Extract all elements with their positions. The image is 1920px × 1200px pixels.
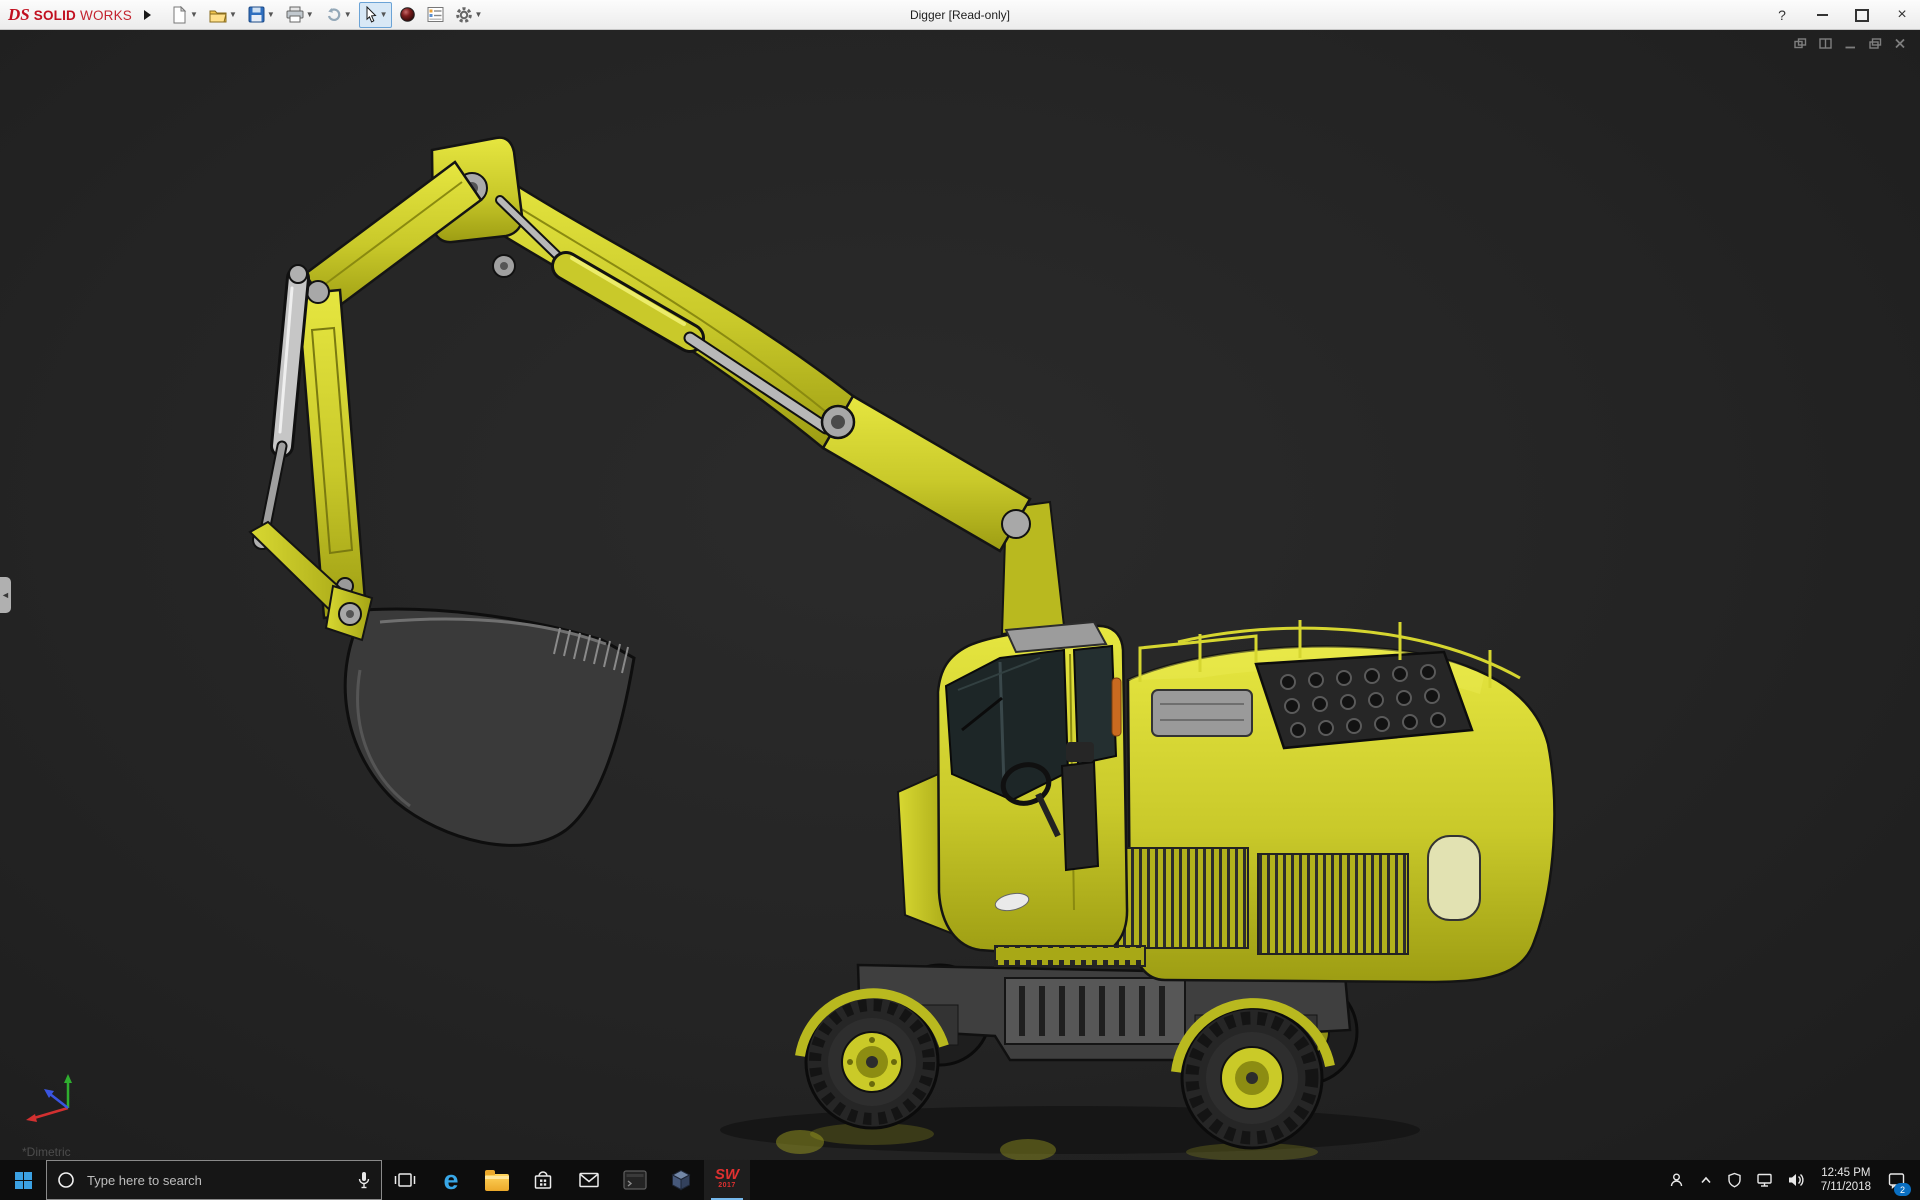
taskbar-apps: e SW 2017 xyxy=(382,1160,750,1200)
digger-3d-model[interactable] xyxy=(0,30,1920,1160)
bucket[interactable] xyxy=(324,584,636,847)
save-icon xyxy=(248,6,265,23)
properties-button[interactable] xyxy=(423,2,448,28)
operator-cab[interactable] xyxy=(936,620,1146,967)
solidworks-window: DS SOLID WORKS ▼ ▼ ▼ ▼ ▼ ▼ ▼ Digger [Rea… xyxy=(0,0,1920,1200)
select-cursor-icon xyxy=(366,5,377,23)
new-document-icon xyxy=(173,5,187,23)
edge-icon: e xyxy=(443,1164,459,1195)
taskbar: e xyxy=(0,1160,1920,1200)
print-icon xyxy=(286,6,304,23)
console-app-button[interactable] xyxy=(612,1160,658,1200)
volume-tray-button[interactable] xyxy=(1780,1160,1812,1200)
hidden-icons-button[interactable] xyxy=(1692,1160,1720,1200)
window-controls: ? × xyxy=(1774,0,1910,30)
graphics-viewport[interactable]: ◄ *Dimetric xyxy=(0,30,1920,1160)
solidworks-logo: DS SOLID WORKS xyxy=(8,5,132,25)
cad-cube-app-button[interactable] xyxy=(658,1160,704,1200)
maximize-button[interactable] xyxy=(1854,7,1870,23)
system-tray: 12:45 PM 7/11/2018 2 xyxy=(1661,1160,1920,1200)
people-button[interactable] xyxy=(1661,1160,1692,1200)
solidworks-2017-icon: SW 2017 xyxy=(714,1166,740,1189)
console-app-icon xyxy=(623,1170,647,1190)
properties-icon xyxy=(427,7,444,22)
doc-close-icon[interactable] xyxy=(1894,38,1906,49)
appearance-button[interactable] xyxy=(395,2,420,28)
rear-wheel[interactable] xyxy=(1180,1006,1324,1150)
print-button[interactable]: ▼ xyxy=(282,2,318,28)
orientation-triad xyxy=(26,1074,72,1122)
taskbar-clock[interactable]: 12:45 PM 7/11/2018 xyxy=(1812,1160,1880,1200)
brand-solid: SOLID xyxy=(33,7,76,23)
brand-works: WORKS xyxy=(80,7,133,23)
people-icon xyxy=(1670,1173,1682,1187)
speaker-icon xyxy=(1788,1173,1804,1187)
store-icon xyxy=(534,1171,552,1189)
doc-minimize-icon[interactable] xyxy=(1844,38,1857,49)
engine-house[interactable] xyxy=(1117,620,1556,984)
file-explorer-icon xyxy=(485,1170,509,1191)
clock-time: 12:45 PM xyxy=(1821,1167,1871,1179)
document-window-controls xyxy=(1794,38,1906,49)
solidworks-2017-button[interactable]: SW 2017 xyxy=(704,1160,750,1200)
dassault-ds-logo: DS xyxy=(8,4,30,24)
security-tray-button[interactable] xyxy=(1720,1160,1749,1200)
tile-windows-icon[interactable] xyxy=(1819,38,1832,49)
standard-toolbar: ▼ ▼ ▼ ▼ ▼ ▼ ▼ xyxy=(167,1,487,28)
microphone-icon[interactable] xyxy=(357,1171,371,1189)
doc-restore-icon[interactable] xyxy=(1869,38,1882,49)
edge-button[interactable]: e xyxy=(428,1160,474,1200)
chevron-up-icon xyxy=(1701,1176,1711,1184)
start-button[interactable] xyxy=(0,1160,46,1200)
close-button[interactable]: × xyxy=(1894,7,1910,23)
model-shadow xyxy=(720,1106,1420,1160)
mail-button[interactable] xyxy=(566,1160,612,1200)
appearance-sphere-icon xyxy=(399,7,415,22)
minimize-button[interactable] xyxy=(1814,7,1830,23)
open-button[interactable]: ▼ xyxy=(205,2,241,28)
view-orientation-label: *Dimetric xyxy=(22,1145,71,1159)
select-button[interactable]: ▼ xyxy=(358,1,392,28)
notification-badge: 2 xyxy=(1894,1183,1911,1196)
feature-panel-collapse-tab[interactable]: ◄ xyxy=(0,577,11,613)
store-button[interactable] xyxy=(520,1160,566,1200)
action-center-button[interactable]: 2 xyxy=(1880,1160,1913,1200)
boom-arm[interactable] xyxy=(296,136,1032,620)
cascade-windows-icon[interactable] xyxy=(1794,38,1807,49)
shield-icon xyxy=(1727,1172,1741,1188)
clock-date: 7/11/2018 xyxy=(1820,1181,1871,1193)
menu-expand-arrow-icon[interactable] xyxy=(144,9,152,20)
cad-cube-icon xyxy=(671,1169,691,1191)
help-button[interactable]: ? xyxy=(1774,7,1790,23)
gear-icon xyxy=(455,6,472,23)
taskbar-search[interactable] xyxy=(46,1160,382,1200)
task-view-icon xyxy=(394,1173,416,1187)
cortana-circle-icon xyxy=(58,1172,74,1188)
network-tray-button[interactable] xyxy=(1749,1160,1780,1200)
new-document-button[interactable]: ▼ xyxy=(167,2,202,28)
open-folder-icon xyxy=(209,10,227,22)
file-explorer-button[interactable] xyxy=(474,1160,520,1200)
windows-logo-icon xyxy=(14,1171,32,1189)
undo-button[interactable]: ▼ xyxy=(321,2,356,28)
window-title: Digger [Read-only] xyxy=(909,8,1011,22)
mail-icon xyxy=(579,1172,599,1188)
search-input[interactable] xyxy=(85,1171,347,1189)
title-bar: DS SOLID WORKS ▼ ▼ ▼ ▼ ▼ ▼ ▼ Digger [Rea… xyxy=(0,0,1920,30)
options-button[interactable]: ▼ xyxy=(451,2,487,28)
undo-icon xyxy=(327,8,341,21)
network-icon xyxy=(1756,1173,1772,1187)
task-view-button[interactable] xyxy=(382,1160,428,1200)
save-button[interactable]: ▼ xyxy=(244,2,279,28)
